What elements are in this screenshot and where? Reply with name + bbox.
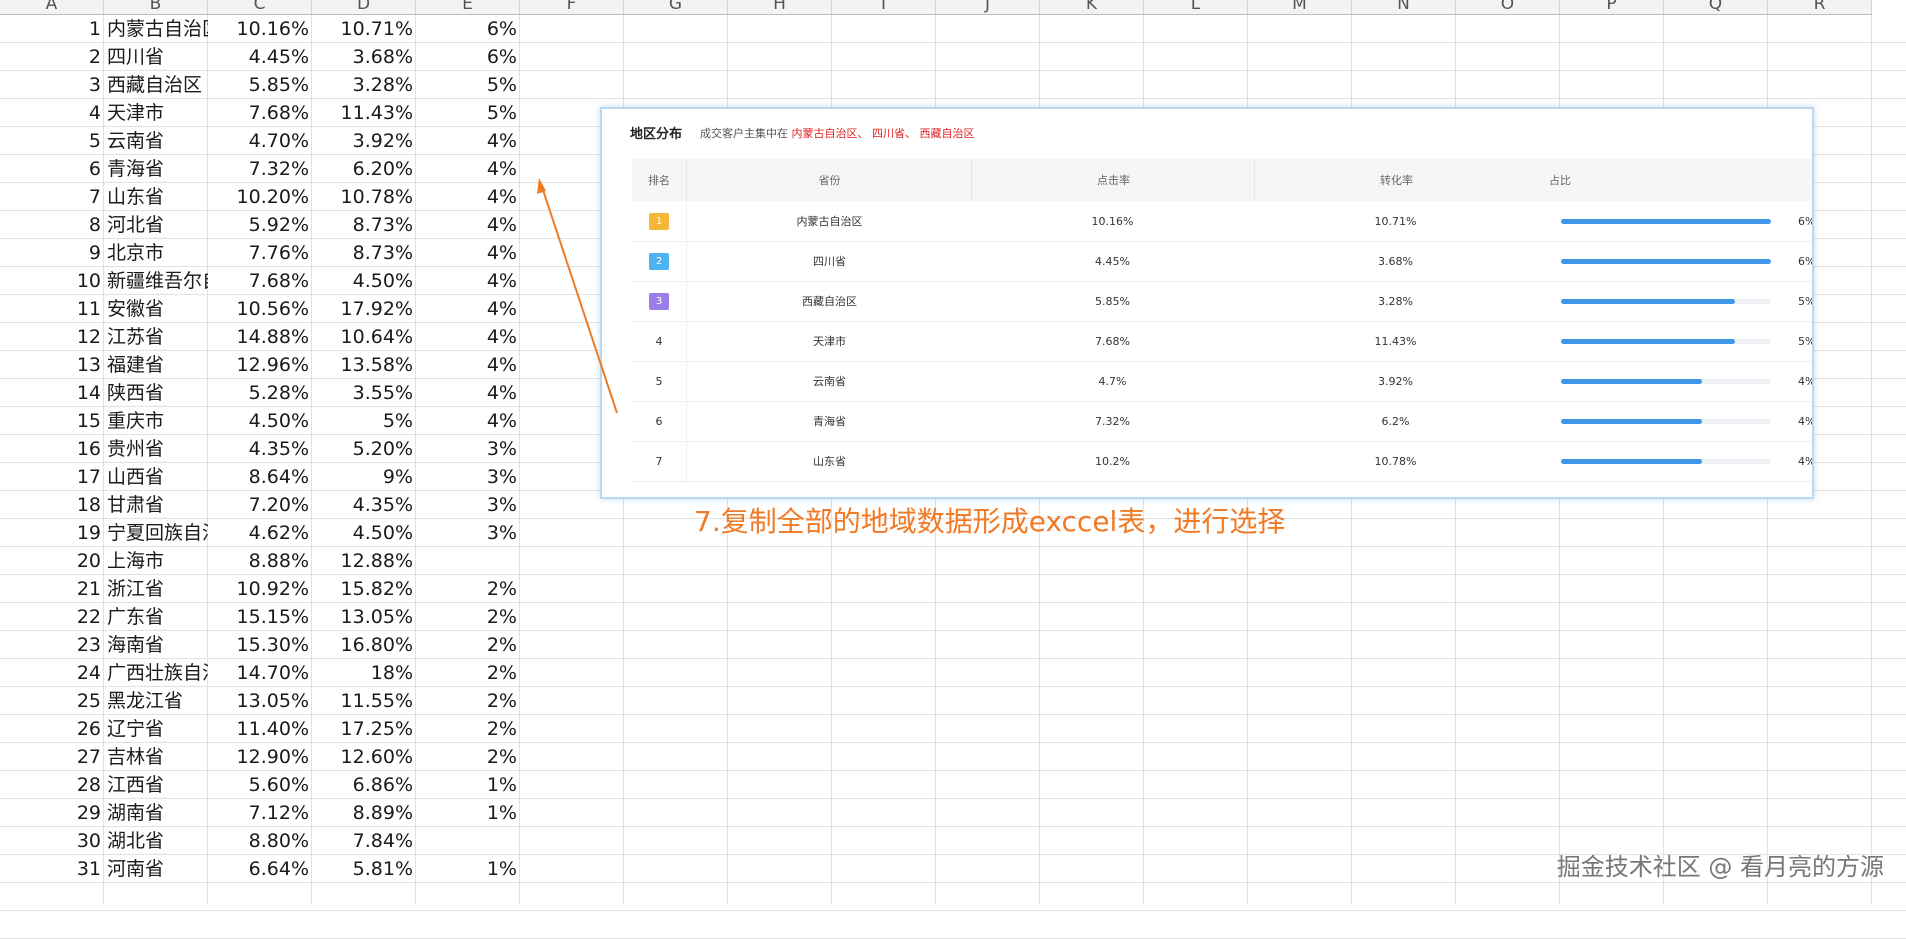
arrow-line — [540, 183, 618, 414]
annotation-arrow — [537, 178, 618, 414]
arrow-head-icon — [537, 178, 546, 194]
row-gridline — [0, 910, 1906, 911]
annotation-text: 7.复制全部的地域数据形成exccel表，进行选择 — [694, 505, 1286, 538]
watermark: 掘金技术社区 @ 看月亮的方源 — [1556, 853, 1884, 881]
